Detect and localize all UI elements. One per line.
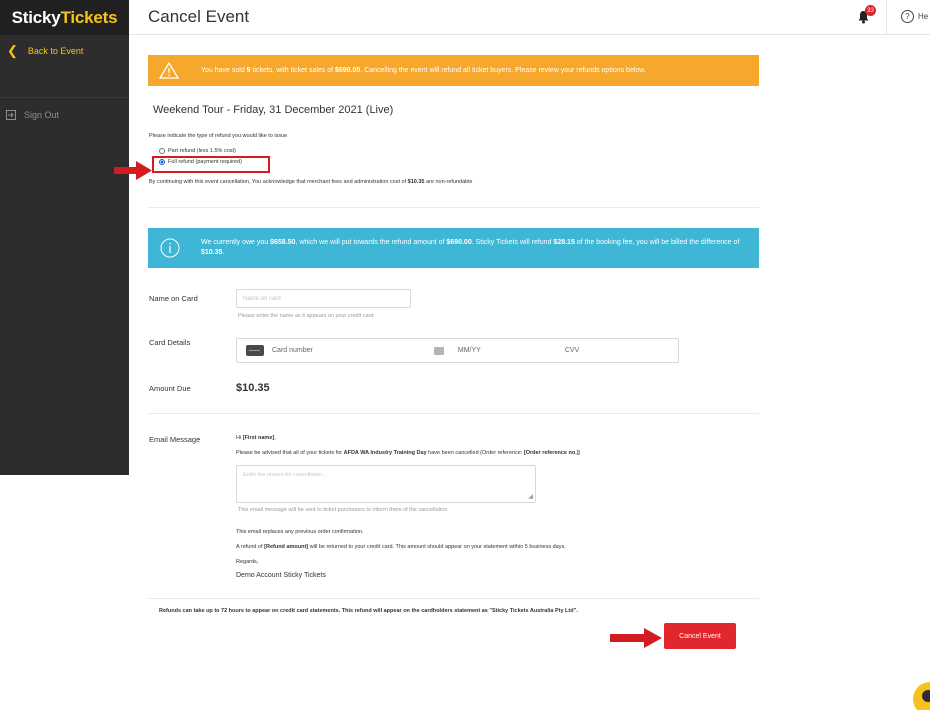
- part-refund-label: Part refund (less 1.5% cost): [168, 148, 236, 154]
- sign-out-icon: [6, 110, 16, 120]
- logo-text-tickets: Tickets: [60, 7, 118, 27]
- email-text-part: ,: [274, 435, 276, 441]
- email-regards: Regards,: [236, 559, 259, 565]
- non-refundable-amount: $10.35: [407, 179, 425, 185]
- card-details-field[interactable]: Card number MM/YY CVV: [236, 338, 679, 363]
- back-to-event-label: Back to Event: [27, 45, 84, 56]
- owed-amount: $658.50: [270, 239, 296, 246]
- ack-text-part: By continuing with this event cancellati…: [149, 179, 408, 185]
- section-divider: [148, 207, 759, 208]
- email-text-part: Hi: [236, 435, 243, 441]
- notification-badge: 33: [865, 5, 876, 16]
- cancellation-reason-placeholder: Enter the reason for cancellation...: [243, 472, 327, 478]
- email-textarea-hint: This email message will be sent to ticke…: [238, 507, 448, 513]
- credit-card-icon: [246, 345, 264, 356]
- back-to-event-link[interactable]: ❮ Back to Event: [0, 35, 129, 66]
- amount-due-label: Amount Due: [149, 384, 191, 393]
- info-text: We currently owe you $658.50, which we w…: [192, 238, 742, 258]
- info-text-part: , which we will put towards the refund a…: [295, 239, 447, 246]
- info-text-part: We currently owe you: [201, 239, 271, 246]
- name-on-card-label: Name on Card: [149, 294, 198, 303]
- refund-amount-token: [Refund amount]: [264, 544, 309, 550]
- warning-icon: [148, 62, 190, 79]
- annotation-arrow-icon: [610, 628, 662, 648]
- info-alert: We currently owe you $658.50, which we w…: [148, 228, 759, 268]
- chevron-left-icon: ❮: [7, 42, 18, 58]
- warning-text-part: tickets, with ticket sales of: [250, 67, 335, 74]
- refund-total-amount: $690.00: [446, 239, 472, 246]
- expiry-input[interactable]: MM/YY: [458, 347, 481, 354]
- section-divider: [148, 598, 759, 599]
- annotation-highlight-box: [152, 156, 270, 173]
- name-on-card-input[interactable]: Name on card: [236, 289, 411, 308]
- email-text-part: Please be advised that all of your ticke…: [236, 450, 344, 456]
- first-name-token: [First name]: [242, 435, 275, 441]
- email-replaces-line: This email replaces any previous order c…: [236, 529, 364, 535]
- part-refund-radio[interactable]: [159, 148, 165, 154]
- email-text-part: ): [578, 450, 581, 456]
- warning-text-part: You have sold: [201, 67, 247, 74]
- name-on-card-hint: Please enter the name as it appears on y…: [238, 313, 374, 319]
- sidebar-divider: [0, 97, 129, 98]
- ack-text-part: are non-refundable: [424, 179, 473, 185]
- card-number-input[interactable]: Card number: [272, 347, 313, 354]
- booking-fee-amount: $28.15: [553, 239, 575, 246]
- refund-type-prompt: Please indicate the type of refund you w…: [149, 133, 288, 139]
- top-bar: Cancel Event 33 ? He: [129, 0, 930, 35]
- info-icon: [148, 238, 192, 258]
- page-title: Cancel Event: [148, 7, 250, 26]
- section-divider: [148, 413, 759, 414]
- email-cancellation-line: Please be advised that all of your ticke…: [236, 450, 580, 456]
- help-label: He: [918, 12, 929, 21]
- resize-grip-icon[interactable]: ◢: [528, 493, 533, 500]
- sidebar: Sticky Tickets ❮ Back to Event Sign Out: [0, 0, 129, 475]
- help-icon: ?: [901, 10, 914, 23]
- sign-out-label: Sign Out: [24, 110, 60, 120]
- email-text-part: have been cancelled (Order reference:: [426, 450, 524, 456]
- fees-acknowledgement: By continuing with this event cancellati…: [149, 179, 473, 185]
- annotation-arrow-icon: [114, 161, 152, 180]
- topbar-divider: [886, 0, 887, 35]
- amount-due-value: $10.35: [236, 382, 270, 394]
- email-message-label: Email Message: [149, 435, 201, 444]
- calendar-icon: [433, 346, 444, 355]
- event-name-token: AFDA WA Industry Training Day: [343, 450, 427, 456]
- cvv-input[interactable]: CVV: [565, 347, 579, 354]
- ticket-sales-amount: $690.00: [335, 67, 361, 74]
- card-details-label: Card Details: [149, 338, 191, 347]
- cancel-event-button[interactable]: Cancel Event: [664, 623, 736, 649]
- logo[interactable]: Sticky Tickets: [0, 0, 129, 35]
- chat-widget-icon[interactable]: [913, 682, 930, 710]
- email-refund-line: A refund of [Refund amount] will be retu…: [236, 544, 566, 550]
- billed-difference-amount: $10.35: [201, 249, 223, 256]
- part-refund-option[interactable]: Part refund (less 1.5% cost): [159, 148, 236, 154]
- sign-out-link[interactable]: Sign Out: [0, 104, 129, 126]
- warning-text-part: . Cancelling the event will refund all t…: [360, 67, 646, 74]
- event-title: Weekend Tour - Friday, 31 December 2021 …: [153, 104, 394, 116]
- warning-alert: You have sold 9 tickets, with ticket sal…: [148, 55, 759, 86]
- email-text-part: will be returned to your credit card. Th…: [308, 544, 566, 550]
- help-link[interactable]: ? He: [901, 10, 928, 23]
- email-signature: Demo Account Sticky Tickets: [236, 572, 326, 579]
- email-text-part: A refund of: [236, 544, 265, 550]
- info-text-part: .: [222, 249, 225, 256]
- warning-text: You have sold 9 tickets, with ticket sal…: [190, 67, 646, 74]
- logo-text-sticky: Sticky: [11, 7, 61, 27]
- info-text-part: . Sticky Tickets will refund: [471, 239, 554, 246]
- cancellation-reason-textarea[interactable]: Enter the reason for cancellation... ◢: [236, 465, 536, 503]
- email-greeting: Hi [First name],: [236, 435, 276, 441]
- refund-timing-note: Refunds can take up to 72 hours to appea…: [159, 608, 578, 614]
- info-text-part: of the booking fee, you will be billed t…: [574, 239, 740, 246]
- order-reference-token: [Order reference no.]: [523, 450, 579, 456]
